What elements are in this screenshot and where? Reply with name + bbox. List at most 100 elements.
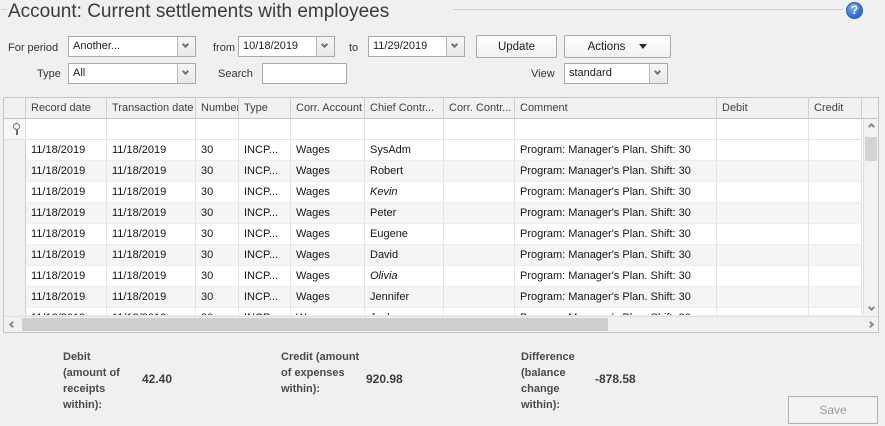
table-cell-corr_contractor[interactable] bbox=[444, 140, 515, 161]
table-cell-corr_account[interactable]: Wages bbox=[291, 140, 365, 161]
row-indicator[interactable] bbox=[4, 140, 26, 161]
vertical-scrollbar-thumb[interactable] bbox=[865, 137, 877, 161]
horizontal-scrollbar[interactable] bbox=[4, 316, 878, 332]
table-cell-debit[interactable] bbox=[717, 308, 809, 316]
table-cell-corr_contractor[interactable] bbox=[444, 182, 515, 203]
table-cell-comment[interactable]: Program: Manager's Plan. Shift: 30 bbox=[515, 266, 717, 287]
filter-cell[interactable] bbox=[26, 119, 107, 140]
table-cell-chief_contractor[interactable]: Jack bbox=[365, 308, 444, 316]
table-cell-corr_account[interactable]: Wages bbox=[291, 203, 365, 224]
table-row[interactable]: 11/18/201911/18/201930INCP...WagesDavidP… bbox=[4, 245, 878, 266]
filter-cell[interactable] bbox=[515, 119, 717, 140]
table-cell-debit[interactable] bbox=[717, 182, 809, 203]
table-cell-transaction_date[interactable]: 11/18/2019 bbox=[107, 182, 196, 203]
filter-cell[interactable] bbox=[444, 119, 515, 140]
table-cell-credit[interactable] bbox=[809, 224, 862, 245]
filter-cell[interactable] bbox=[196, 119, 239, 140]
chevron-down-icon[interactable] bbox=[446, 37, 464, 56]
table-cell-transaction_date[interactable]: 11/18/2019 bbox=[107, 161, 196, 182]
table-cell-record_date[interactable]: 11/18/2019 bbox=[26, 287, 107, 308]
table-cell-debit[interactable] bbox=[717, 224, 809, 245]
column-header[interactable]: Corr. Contr... bbox=[444, 98, 515, 119]
table-cell-chief_contractor[interactable]: Olivia bbox=[365, 266, 444, 287]
vertical-scrollbar[interactable] bbox=[863, 119, 878, 316]
table-cell-number[interactable]: 30 bbox=[196, 224, 239, 245]
table-cell-credit[interactable] bbox=[809, 287, 862, 308]
table-cell-debit[interactable] bbox=[717, 203, 809, 224]
table-cell-comment[interactable]: Program: Manager's Plan. Shift: 30 bbox=[515, 161, 717, 182]
table-cell-corr_account[interactable]: Wages bbox=[291, 224, 365, 245]
grid-filter-row[interactable] bbox=[4, 119, 878, 140]
table-cell-transaction_date[interactable]: 11/18/2019 bbox=[107, 308, 196, 316]
table-cell-credit[interactable] bbox=[809, 266, 862, 287]
table-cell-transaction_date[interactable]: 11/18/2019 bbox=[107, 287, 196, 308]
table-cell-corr_account[interactable]: Wages bbox=[291, 182, 365, 203]
table-cell-type[interactable]: INCP... bbox=[239, 203, 291, 224]
table-cell-corr_contractor[interactable] bbox=[444, 287, 515, 308]
table-cell-credit[interactable] bbox=[809, 308, 862, 316]
table-cell-transaction_date[interactable]: 11/18/2019 bbox=[107, 140, 196, 161]
table-cell-corr_contractor[interactable] bbox=[444, 203, 515, 224]
scroll-down-icon[interactable] bbox=[864, 300, 879, 316]
column-header[interactable]: Chief Contr... bbox=[365, 98, 444, 119]
table-cell-type[interactable]: INCP... bbox=[239, 245, 291, 266]
table-cell-transaction_date[interactable]: 11/18/2019 bbox=[107, 245, 196, 266]
table-cell-debit[interactable] bbox=[717, 140, 809, 161]
table-cell-debit[interactable] bbox=[717, 287, 809, 308]
column-header[interactable]: Comment bbox=[515, 98, 717, 119]
table-row[interactable]: 11/18/201911/18/201930INCP...WagesSysAdm… bbox=[4, 140, 878, 161]
table-cell-transaction_date[interactable]: 11/18/2019 bbox=[107, 203, 196, 224]
table-cell-record_date[interactable]: 11/18/2019 bbox=[26, 161, 107, 182]
update-button[interactable]: Update bbox=[476, 35, 557, 58]
table-cell-type[interactable]: INCP... bbox=[239, 266, 291, 287]
table-cell-chief_contractor[interactable]: Eugene bbox=[365, 224, 444, 245]
to-date-select[interactable]: 11/29/2019 bbox=[368, 36, 465, 57]
table-cell-number[interactable]: 30 bbox=[196, 245, 239, 266]
table-row[interactable]: 11/18/201911/18/201930INCP...WagesKevinP… bbox=[4, 182, 878, 203]
table-cell-corr_account[interactable]: Wages bbox=[291, 245, 365, 266]
chevron-down-icon[interactable] bbox=[649, 64, 667, 83]
table-cell-chief_contractor[interactable]: Peter bbox=[365, 203, 444, 224]
table-cell-number[interactable]: 30 bbox=[196, 308, 239, 316]
filter-row-indicator[interactable] bbox=[4, 119, 26, 140]
table-cell-comment[interactable]: Program: Manager's Plan. Shift: 30 bbox=[515, 287, 717, 308]
horizontal-scrollbar-thumb[interactable] bbox=[22, 318, 608, 331]
table-cell-number[interactable]: 30 bbox=[196, 287, 239, 308]
table-cell-corr_account[interactable]: Wages bbox=[291, 308, 365, 316]
table-cell-comment[interactable]: Program: Manager's Plan. Shift: 30 bbox=[515, 203, 717, 224]
table-cell-number[interactable]: 30 bbox=[196, 140, 239, 161]
table-cell-type[interactable]: INCP... bbox=[239, 224, 291, 245]
column-header[interactable]: Credit bbox=[809, 98, 862, 119]
filter-cell[interactable] bbox=[809, 119, 862, 140]
row-indicator[interactable] bbox=[4, 182, 26, 203]
row-indicator[interactable] bbox=[4, 308, 26, 316]
search-input[interactable] bbox=[262, 63, 347, 84]
table-cell-corr_contractor[interactable] bbox=[444, 308, 515, 316]
table-row[interactable]: 11/18/201911/18/201930INCP...WagesEugene… bbox=[4, 224, 878, 245]
row-indicator[interactable] bbox=[4, 266, 26, 287]
table-cell-chief_contractor[interactable]: Robert bbox=[365, 161, 444, 182]
table-cell-debit[interactable] bbox=[717, 266, 809, 287]
column-header[interactable]: Record date bbox=[26, 98, 107, 119]
row-indicator[interactable] bbox=[4, 161, 26, 182]
table-cell-chief_contractor[interactable]: David bbox=[365, 245, 444, 266]
view-select[interactable]: standard bbox=[564, 63, 668, 84]
period-select[interactable]: Another... bbox=[68, 36, 196, 57]
table-cell-credit[interactable] bbox=[809, 161, 862, 182]
filter-cell[interactable] bbox=[107, 119, 196, 140]
filter-cell[interactable] bbox=[365, 119, 444, 140]
table-cell-record_date[interactable]: 11/18/2019 bbox=[26, 266, 107, 287]
actions-button[interactable]: Actions bbox=[564, 35, 671, 58]
table-cell-transaction_date[interactable]: 11/18/2019 bbox=[107, 266, 196, 287]
filter-cell[interactable] bbox=[239, 119, 291, 140]
table-cell-corr_account[interactable]: Wages bbox=[291, 266, 365, 287]
help-icon[interactable]: ? bbox=[846, 2, 863, 19]
table-cell-type[interactable]: INCP... bbox=[239, 182, 291, 203]
scroll-right-icon[interactable] bbox=[862, 317, 878, 332]
column-header[interactable]: Number bbox=[196, 98, 239, 119]
from-date-select[interactable]: 10/18/2019 bbox=[238, 36, 335, 57]
scroll-up-icon[interactable] bbox=[864, 119, 879, 135]
chevron-down-icon[interactable] bbox=[177, 64, 195, 83]
row-indicator[interactable] bbox=[4, 203, 26, 224]
table-cell-record_date[interactable]: 11/18/2019 bbox=[26, 224, 107, 245]
